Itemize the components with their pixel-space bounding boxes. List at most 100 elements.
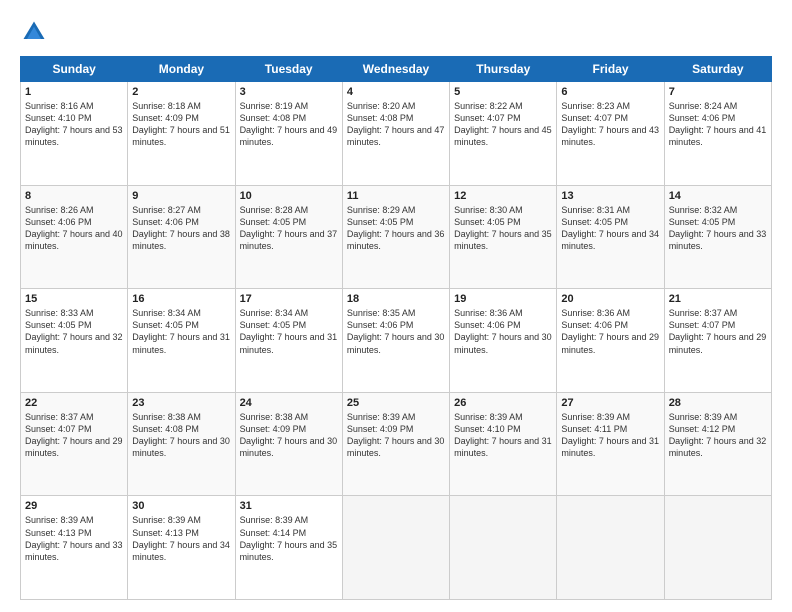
day-number: 16 <box>132 293 230 305</box>
day-number: 28 <box>669 397 767 409</box>
day-number: 25 <box>347 397 445 409</box>
day-cell: 8 Sunrise: 8:26 AMSunset: 4:06 PMDayligh… <box>21 185 128 289</box>
day-cell: 16 Sunrise: 8:34 AMSunset: 4:05 PMDaylig… <box>128 289 235 393</box>
day-cell: 19 Sunrise: 8:36 AMSunset: 4:06 PMDaylig… <box>450 289 557 393</box>
day-cell: 31 Sunrise: 8:39 AMSunset: 4:14 PMDaylig… <box>235 496 342 600</box>
day-cell: 30 Sunrise: 8:39 AMSunset: 4:13 PMDaylig… <box>128 496 235 600</box>
day-info: Sunrise: 8:18 AMSunset: 4:09 PMDaylight:… <box>132 101 230 147</box>
day-number: 15 <box>25 293 123 305</box>
day-info: Sunrise: 8:39 AMSunset: 4:12 PMDaylight:… <box>669 412 767 458</box>
day-info: Sunrise: 8:29 AMSunset: 4:05 PMDaylight:… <box>347 205 445 251</box>
day-cell: 18 Sunrise: 8:35 AMSunset: 4:06 PMDaylig… <box>342 289 449 393</box>
week-row-3: 15 Sunrise: 8:33 AMSunset: 4:05 PMDaylig… <box>21 289 772 393</box>
day-cell: 3 Sunrise: 8:19 AMSunset: 4:08 PMDayligh… <box>235 82 342 186</box>
day-info: Sunrise: 8:35 AMSunset: 4:06 PMDaylight:… <box>347 308 445 354</box>
day-info: Sunrise: 8:39 AMSunset: 4:13 PMDaylight:… <box>132 515 230 561</box>
day-cell: 5 Sunrise: 8:22 AMSunset: 4:07 PMDayligh… <box>450 82 557 186</box>
day-cell: 26 Sunrise: 8:39 AMSunset: 4:10 PMDaylig… <box>450 392 557 496</box>
day-number: 29 <box>25 500 123 512</box>
header-day-friday: Friday <box>557 57 664 82</box>
day-cell: 22 Sunrise: 8:37 AMSunset: 4:07 PMDaylig… <box>21 392 128 496</box>
day-info: Sunrise: 8:20 AMSunset: 4:08 PMDaylight:… <box>347 101 445 147</box>
day-info: Sunrise: 8:32 AMSunset: 4:05 PMDaylight:… <box>669 205 767 251</box>
week-row-5: 29 Sunrise: 8:39 AMSunset: 4:13 PMDaylig… <box>21 496 772 600</box>
day-cell: 4 Sunrise: 8:20 AMSunset: 4:08 PMDayligh… <box>342 82 449 186</box>
day-info: Sunrise: 8:22 AMSunset: 4:07 PMDaylight:… <box>454 101 552 147</box>
day-cell: 21 Sunrise: 8:37 AMSunset: 4:07 PMDaylig… <box>664 289 771 393</box>
day-number: 24 <box>240 397 338 409</box>
day-number: 26 <box>454 397 552 409</box>
day-info: Sunrise: 8:36 AMSunset: 4:06 PMDaylight:… <box>561 308 659 354</box>
day-info: Sunrise: 8:34 AMSunset: 4:05 PMDaylight:… <box>240 308 338 354</box>
week-row-1: 1 Sunrise: 8:16 AMSunset: 4:10 PMDayligh… <box>21 82 772 186</box>
day-cell <box>342 496 449 600</box>
day-cell: 24 Sunrise: 8:38 AMSunset: 4:09 PMDaylig… <box>235 392 342 496</box>
day-info: Sunrise: 8:39 AMSunset: 4:13 PMDaylight:… <box>25 515 123 561</box>
day-cell: 13 Sunrise: 8:31 AMSunset: 4:05 PMDaylig… <box>557 185 664 289</box>
day-info: Sunrise: 8:37 AMSunset: 4:07 PMDaylight:… <box>25 412 123 458</box>
day-cell <box>664 496 771 600</box>
day-cell: 7 Sunrise: 8:24 AMSunset: 4:06 PMDayligh… <box>664 82 771 186</box>
day-info: Sunrise: 8:19 AMSunset: 4:08 PMDaylight:… <box>240 101 338 147</box>
day-number: 1 <box>25 86 123 98</box>
day-cell <box>557 496 664 600</box>
day-info: Sunrise: 8:33 AMSunset: 4:05 PMDaylight:… <box>25 308 123 354</box>
header-day-wednesday: Wednesday <box>342 57 449 82</box>
day-info: Sunrise: 8:23 AMSunset: 4:07 PMDaylight:… <box>561 101 659 147</box>
day-cell: 29 Sunrise: 8:39 AMSunset: 4:13 PMDaylig… <box>21 496 128 600</box>
day-number: 31 <box>240 500 338 512</box>
day-number: 8 <box>25 190 123 202</box>
header-day-monday: Monday <box>128 57 235 82</box>
logo-icon <box>20 18 48 46</box>
day-number: 4 <box>347 86 445 98</box>
day-number: 11 <box>347 190 445 202</box>
header <box>20 18 772 46</box>
day-number: 14 <box>669 190 767 202</box>
day-number: 20 <box>561 293 659 305</box>
day-info: Sunrise: 8:16 AMSunset: 4:10 PMDaylight:… <box>25 101 123 147</box>
header-day-tuesday: Tuesday <box>235 57 342 82</box>
day-info: Sunrise: 8:39 AMSunset: 4:10 PMDaylight:… <box>454 412 552 458</box>
day-info: Sunrise: 8:27 AMSunset: 4:06 PMDaylight:… <box>132 205 230 251</box>
day-number: 18 <box>347 293 445 305</box>
day-number: 13 <box>561 190 659 202</box>
day-cell: 2 Sunrise: 8:18 AMSunset: 4:09 PMDayligh… <box>128 82 235 186</box>
day-number: 19 <box>454 293 552 305</box>
day-info: Sunrise: 8:34 AMSunset: 4:05 PMDaylight:… <box>132 308 230 354</box>
day-number: 9 <box>132 190 230 202</box>
header-day-saturday: Saturday <box>664 57 771 82</box>
day-cell: 1 Sunrise: 8:16 AMSunset: 4:10 PMDayligh… <box>21 82 128 186</box>
day-cell: 27 Sunrise: 8:39 AMSunset: 4:11 PMDaylig… <box>557 392 664 496</box>
day-number: 23 <box>132 397 230 409</box>
day-number: 10 <box>240 190 338 202</box>
day-cell: 28 Sunrise: 8:39 AMSunset: 4:12 PMDaylig… <box>664 392 771 496</box>
day-info: Sunrise: 8:26 AMSunset: 4:06 PMDaylight:… <box>25 205 123 251</box>
day-cell: 10 Sunrise: 8:28 AMSunset: 4:05 PMDaylig… <box>235 185 342 289</box>
day-number: 12 <box>454 190 552 202</box>
day-number: 27 <box>561 397 659 409</box>
page: SundayMondayTuesdayWednesdayThursdayFrid… <box>0 0 792 612</box>
day-cell: 20 Sunrise: 8:36 AMSunset: 4:06 PMDaylig… <box>557 289 664 393</box>
day-info: Sunrise: 8:39 AMSunset: 4:14 PMDaylight:… <box>240 515 338 561</box>
day-cell: 17 Sunrise: 8:34 AMSunset: 4:05 PMDaylig… <box>235 289 342 393</box>
day-cell: 9 Sunrise: 8:27 AMSunset: 4:06 PMDayligh… <box>128 185 235 289</box>
day-number: 22 <box>25 397 123 409</box>
week-row-4: 22 Sunrise: 8:37 AMSunset: 4:07 PMDaylig… <box>21 392 772 496</box>
header-row: SundayMondayTuesdayWednesdayThursdayFrid… <box>21 57 772 82</box>
day-number: 21 <box>669 293 767 305</box>
day-number: 3 <box>240 86 338 98</box>
day-cell: 12 Sunrise: 8:30 AMSunset: 4:05 PMDaylig… <box>450 185 557 289</box>
day-cell: 25 Sunrise: 8:39 AMSunset: 4:09 PMDaylig… <box>342 392 449 496</box>
day-info: Sunrise: 8:38 AMSunset: 4:08 PMDaylight:… <box>132 412 230 458</box>
day-cell: 23 Sunrise: 8:38 AMSunset: 4:08 PMDaylig… <box>128 392 235 496</box>
day-cell: 6 Sunrise: 8:23 AMSunset: 4:07 PMDayligh… <box>557 82 664 186</box>
day-info: Sunrise: 8:28 AMSunset: 4:05 PMDaylight:… <box>240 205 338 251</box>
day-info: Sunrise: 8:24 AMSunset: 4:06 PMDaylight:… <box>669 101 767 147</box>
day-info: Sunrise: 8:37 AMSunset: 4:07 PMDaylight:… <box>669 308 767 354</box>
logo <box>20 18 52 46</box>
day-number: 30 <box>132 500 230 512</box>
day-number: 2 <box>132 86 230 98</box>
day-number: 7 <box>669 86 767 98</box>
day-number: 17 <box>240 293 338 305</box>
day-cell: 15 Sunrise: 8:33 AMSunset: 4:05 PMDaylig… <box>21 289 128 393</box>
